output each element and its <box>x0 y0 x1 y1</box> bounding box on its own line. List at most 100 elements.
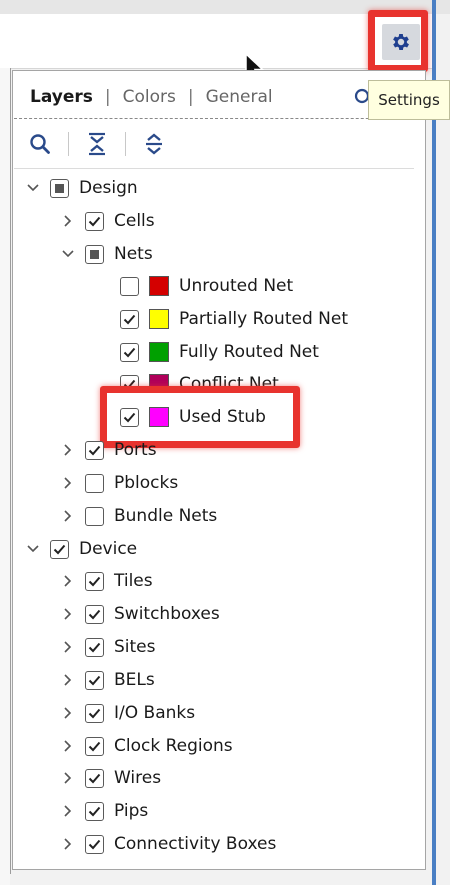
layers-toolbar <box>22 128 172 160</box>
toolbar-separator <box>125 132 126 156</box>
chevron-right-icon[interactable] <box>61 470 75 496</box>
settings-tooltip: Settings <box>368 80 450 120</box>
device-checkbox[interactable] <box>50 539 69 559</box>
wires-checkbox[interactable] <box>85 768 104 788</box>
tree-label-cells: Cells <box>114 211 155 231</box>
fully-routed-net-color-swatch[interactable] <box>149 342 169 362</box>
tree-label-pips: Pips <box>114 801 149 821</box>
tree-label-partially-routed-net: Partially Routed Net <box>179 309 348 329</box>
chevron-right-icon[interactable] <box>61 503 75 529</box>
tab-separator: | <box>104 87 111 107</box>
chevron-down-icon[interactable] <box>61 241 75 267</box>
tree-label-device: Device <box>79 539 138 559</box>
chevron-right-icon[interactable] <box>61 733 75 759</box>
bels-checkbox[interactable] <box>85 670 104 690</box>
tree-node-fully-routed-net[interactable]: Fully Routed Net <box>120 339 319 365</box>
chevron-right-icon[interactable] <box>61 667 75 693</box>
tree-node-ports[interactable]: Ports <box>61 437 157 463</box>
tree-node-sites[interactable]: Sites <box>61 634 156 660</box>
chevron-right-icon[interactable] <box>61 700 75 726</box>
io-banks-checkbox[interactable] <box>85 703 104 723</box>
tree-node-connectivity-boxes[interactable]: Connectivity Boxes <box>61 831 276 857</box>
cells-checkbox[interactable] <box>85 211 104 231</box>
tree-label-io-banks: I/O Banks <box>114 703 196 723</box>
tree-node-tiles[interactable]: Tiles <box>61 568 153 594</box>
tree-node-wires[interactable]: Wires <box>61 765 161 791</box>
tab-separator: | <box>187 87 194 107</box>
sites-checkbox[interactable] <box>85 637 104 657</box>
tree-node-bundle-nets[interactable]: Bundle Nets <box>61 503 217 529</box>
chevron-right-icon[interactable] <box>61 798 75 824</box>
checkmark-icon <box>123 347 136 357</box>
tab-layers[interactable]: Layers <box>30 87 93 107</box>
design-checkbox-partial[interactable] <box>50 178 69 198</box>
tree-label-nets: Nets <box>114 244 153 264</box>
checkmark-icon <box>88 216 101 226</box>
collapse-all-button[interactable] <box>79 128 115 160</box>
tree-node-partially-routed-net[interactable]: Partially Routed Net <box>120 306 348 332</box>
chevron-right-icon[interactable] <box>61 601 75 627</box>
tree-label-tiles: Tiles <box>114 571 153 591</box>
pblocks-checkbox[interactable] <box>85 473 104 493</box>
tiles-checkbox[interactable] <box>85 571 104 591</box>
tree-node-nets[interactable]: Nets <box>61 241 153 267</box>
checkmark-icon <box>88 708 101 718</box>
pips-checkbox[interactable] <box>85 801 104 821</box>
tree-node-pblocks[interactable]: Pblocks <box>61 470 178 496</box>
tree-node-bels[interactable]: BELs <box>61 667 155 693</box>
collapse-all-icon <box>89 132 105 156</box>
settings-highlight-box <box>368 10 428 72</box>
ports-checkbox[interactable] <box>85 440 104 460</box>
chevron-right-icon[interactable] <box>61 765 75 791</box>
tree-label-switchboxes: Switchboxes <box>114 604 220 624</box>
checkmark-icon <box>123 314 136 324</box>
tree-node-switchboxes[interactable]: Switchboxes <box>61 601 220 627</box>
tree-node-design[interactable]: Design <box>26 175 138 201</box>
bundle-nets-checkbox[interactable] <box>85 506 104 526</box>
tree-label-fully-routed-net: Fully Routed Net <box>179 342 319 362</box>
tab-bar: Layers | Colors | General <box>30 86 273 108</box>
tree-node-unrouted-net[interactable]: Unrouted Net <box>120 273 293 299</box>
checkmark-icon <box>88 839 101 849</box>
unrouted-net-checkbox[interactable] <box>120 276 139 296</box>
expand-all-button[interactable] <box>136 128 172 160</box>
tab-colors[interactable]: Colors <box>123 87 176 107</box>
chevron-right-icon[interactable] <box>61 634 75 660</box>
chevron-right-icon[interactable] <box>61 437 75 463</box>
connectivity-boxes-checkbox[interactable] <box>85 834 104 854</box>
fully-routed-net-checkbox[interactable] <box>120 342 139 362</box>
chevron-down-icon[interactable] <box>26 536 40 562</box>
partially-routed-net-color-swatch[interactable] <box>149 309 169 329</box>
switchboxes-checkbox[interactable] <box>85 604 104 624</box>
nets-checkbox-partial[interactable] <box>85 244 104 264</box>
expand-all-icon <box>146 133 162 155</box>
tree-node-pips[interactable]: Pips <box>61 798 148 824</box>
tree-label-connectivity-boxes: Connectivity Boxes <box>114 834 277 854</box>
tree-label-pblocks: Pblocks <box>114 473 179 493</box>
chevron-right-icon[interactable] <box>61 568 75 594</box>
unrouted-net-color-swatch[interactable] <box>149 276 169 296</box>
tab-general[interactable]: General <box>206 87 273 107</box>
partially-routed-net-checkbox[interactable] <box>120 309 139 329</box>
checkmark-icon <box>88 806 101 816</box>
partial-mark <box>90 249 99 259</box>
bottom-strip <box>10 874 430 885</box>
tree-node-clock-regions[interactable]: Clock Regions <box>61 733 233 759</box>
checkmark-icon <box>88 675 101 685</box>
chevron-right-icon[interactable] <box>61 208 75 234</box>
checkmark-icon <box>88 642 101 652</box>
checkmark-icon <box>88 445 101 455</box>
tree-label-design: Design <box>79 178 138 198</box>
tree-label-clock-regions: Clock Regions <box>114 736 233 756</box>
tree-node-io-banks[interactable]: I/O Banks <box>61 700 195 726</box>
search-button[interactable] <box>22 128 58 160</box>
chevron-right-icon[interactable] <box>61 831 75 857</box>
toolbar-separator <box>68 132 69 156</box>
tree-node-device[interactable]: Device <box>26 536 137 562</box>
search-icon <box>30 134 50 154</box>
chevron-down-icon[interactable] <box>26 175 40 201</box>
tree-label-wires: Wires <box>114 768 162 788</box>
tree-node-cells[interactable]: Cells <box>61 208 155 234</box>
partial-mark <box>55 183 64 193</box>
clock-regions-checkbox[interactable] <box>85 736 104 756</box>
